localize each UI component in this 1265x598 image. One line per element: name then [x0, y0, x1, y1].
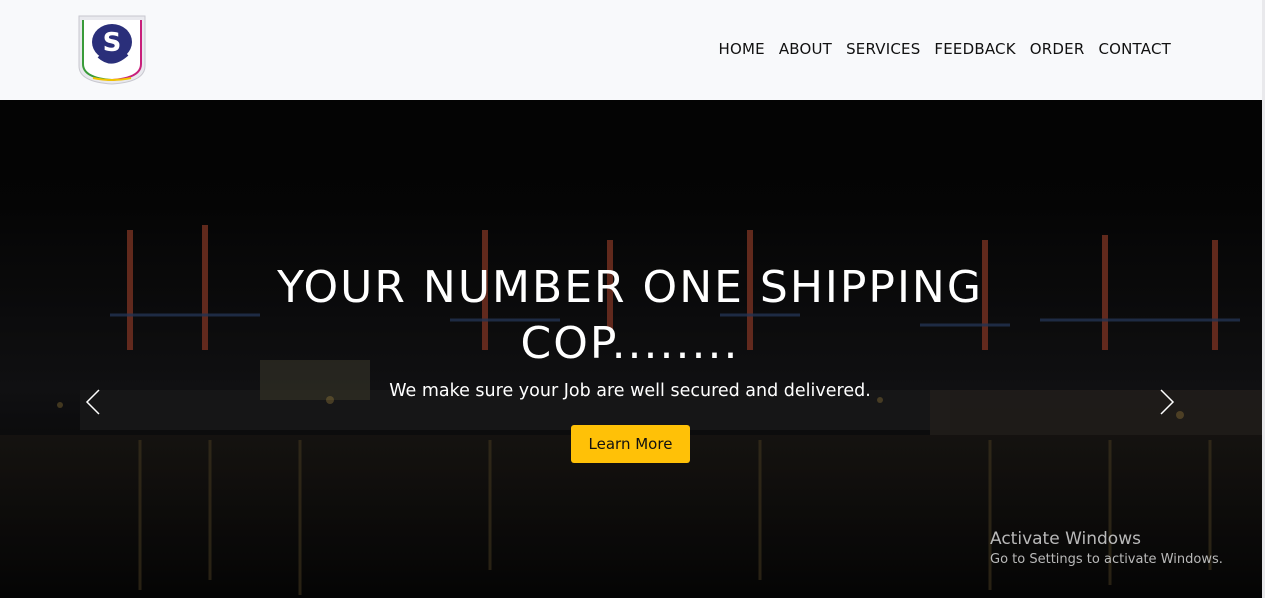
- nav-link-feedback[interactable]: FEEDBACK: [927, 38, 1022, 60]
- nav-link-order[interactable]: ORDER: [1023, 38, 1092, 60]
- watermark-title: Activate Windows: [990, 529, 1141, 549]
- learn-more-button[interactable]: Learn More: [571, 425, 690, 463]
- nav-link-about[interactable]: ABOUT: [772, 38, 839, 60]
- nav-link-contact[interactable]: CONTACT: [1091, 38, 1178, 60]
- chevron-right-icon[interactable]: [1152, 388, 1180, 416]
- watermark-subtitle: Go to Settings to activate Windows.: [990, 552, 1223, 567]
- windows-activation-watermark: Activate Windows Go to Settings to activ…: [990, 528, 1223, 570]
- chevron-left-icon[interactable]: [80, 388, 108, 416]
- nav-link-home[interactable]: HOME: [712, 38, 772, 60]
- top-navbar: S HOME ABOUT SERVICES FEEDBACK ORDER CON…: [0, 0, 1262, 100]
- hero-title: YOUR NUMBER ONE SHIPPING COP........: [277, 262, 983, 369]
- main-nav: HOME ABOUT SERVICES FEEDBACK ORDER CONTA…: [712, 38, 1179, 60]
- ss-shield-logo-icon: S: [78, 15, 146, 85]
- hero-carousel: YOUR NUMBER ONE SHIPPING COP........ We …: [0, 100, 1262, 598]
- hero-subtitle: We make sure your Job are well secured a…: [389, 381, 871, 401]
- brand-logo[interactable]: S: [73, 12, 151, 86]
- nav-link-services[interactable]: SERVICES: [839, 38, 927, 60]
- svg-text:S: S: [103, 28, 122, 58]
